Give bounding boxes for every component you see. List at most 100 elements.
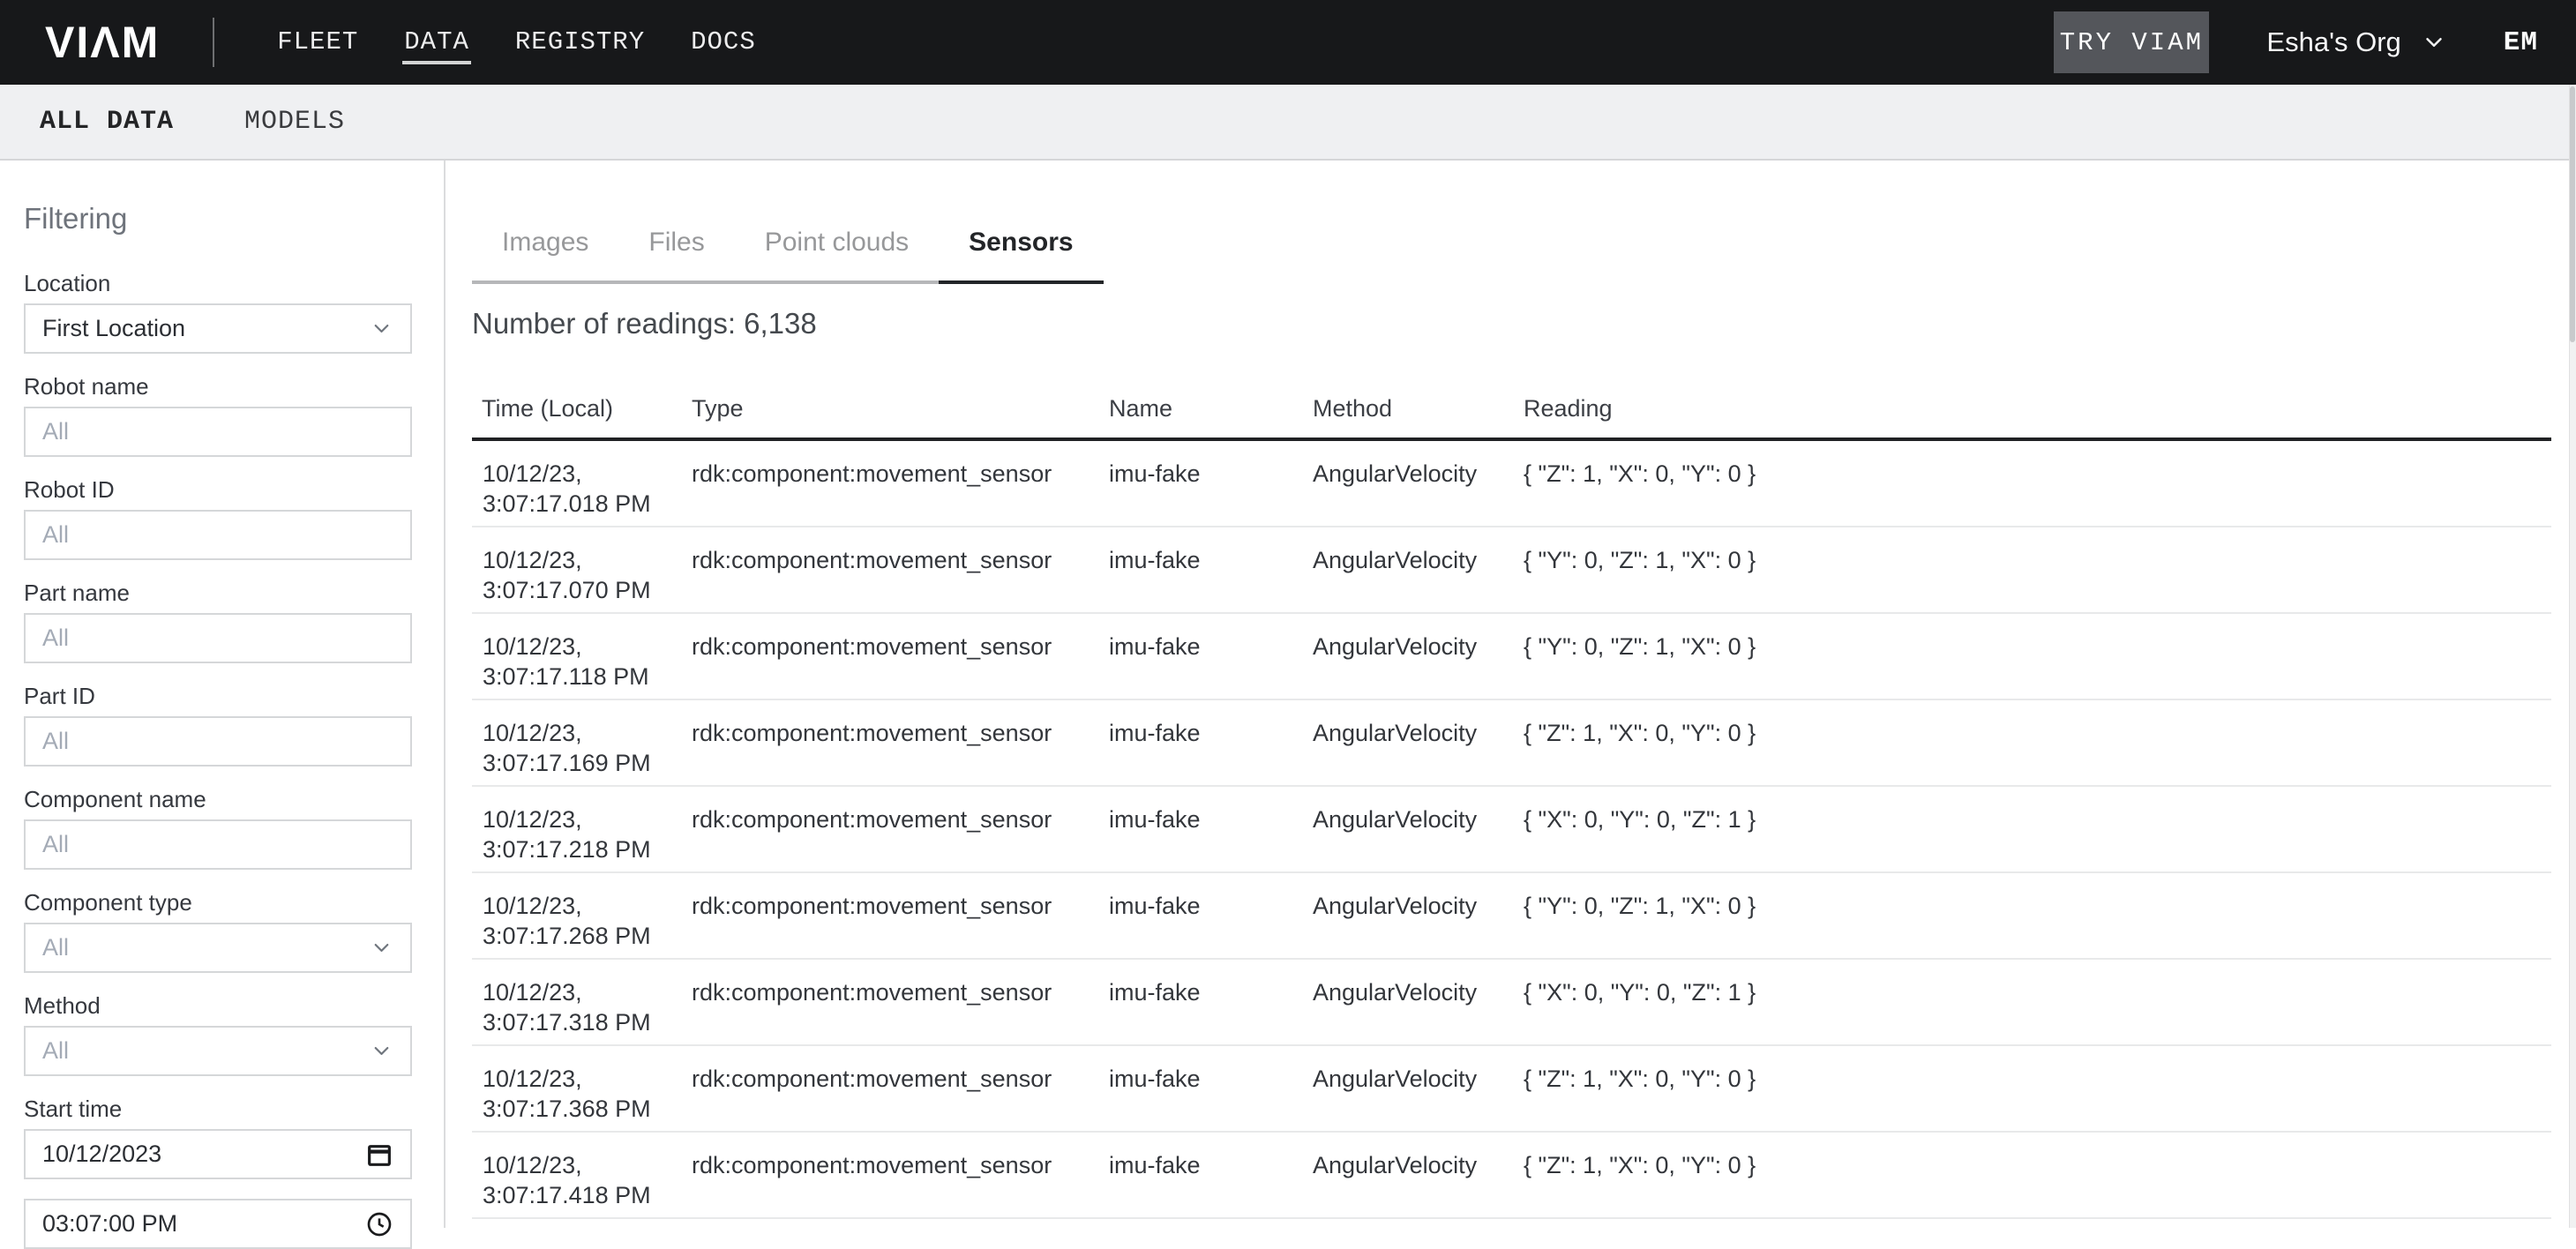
table-row: 10/12/23, 3:07:17.368 PM rdk:component:m…	[472, 1046, 2551, 1133]
data-sub-nav: ALL DATA MODELS	[0, 85, 2576, 161]
sensor-readings-table: Time (Local) Type Name Method Reading 10…	[472, 379, 2551, 1219]
cell-method: AngularVelocity	[1313, 700, 1524, 785]
filter-location: Location First Location	[24, 270, 412, 354]
cell-type: rdk:component:movement_sensor	[692, 441, 1109, 526]
nav-divider	[213, 18, 214, 67]
cell-reading: { "Y": 0, "Z": 1, "X": 0 }	[1524, 873, 2551, 958]
cell-name: imu-fake	[1109, 1046, 1313, 1131]
cell-name: imu-fake	[1109, 527, 1313, 612]
cell-name: imu-fake	[1109, 1133, 1313, 1217]
cell-type: rdk:component:movement_sensor	[692, 960, 1109, 1044]
cell-time: 10/12/23, 3:07:17.118 PM	[472, 614, 692, 699]
filter-part-id: Part ID	[24, 683, 412, 767]
cell-time: 10/12/23, 3:07:17.418 PM	[472, 1133, 692, 1217]
column-header-time: Time (Local)	[472, 395, 692, 423]
cell-type: rdk:component:movement_sensor	[692, 700, 1109, 785]
tab-sensors[interactable]: Sensors	[939, 205, 1103, 284]
tab-point-clouds[interactable]: Point clouds	[735, 205, 939, 280]
filter-component-type: Component type All	[24, 889, 412, 973]
cell-method: AngularVelocity	[1313, 441, 1524, 526]
sub-nav-all-data[interactable]: ALL DATA	[40, 107, 174, 137]
start-clock-time-value: 03:07:00 PM	[42, 1210, 177, 1238]
component-type-select-value: All	[42, 934, 69, 961]
tab-images[interactable]: Images	[472, 205, 618, 280]
cell-time: 10/12/23, 3:07:17.318 PM	[472, 960, 692, 1044]
cell-name: imu-fake	[1109, 873, 1313, 958]
cell-time: 10/12/23, 3:07:17.070 PM	[472, 527, 692, 612]
table-row: 10/12/23, 3:07:17.018 PM rdk:component:m…	[472, 441, 2551, 527]
nav-item-docs[interactable]: DOCS	[691, 0, 756, 85]
table-row: 10/12/23, 3:07:17.268 PM rdk:component:m…	[472, 873, 2551, 960]
table-header-row: Time (Local) Type Name Method Reading	[472, 379, 2551, 441]
cell-reading: { "Z": 1, "X": 0, "Y": 0 }	[1524, 1046, 2551, 1131]
start-date-input[interactable]: 10/12/2023	[24, 1129, 412, 1179]
sub-nav-models[interactable]: MODELS	[244, 107, 345, 137]
column-header-reading: Reading	[1524, 395, 2551, 423]
cell-reading: { "Z": 1, "X": 0, "Y": 0 }	[1524, 700, 2551, 785]
filter-label: Robot ID	[24, 476, 412, 503]
filter-component-name: Component name	[24, 786, 412, 870]
chevron-down-icon	[2421, 29, 2447, 56]
part-id-input[interactable]	[24, 716, 412, 767]
sidebar-title: Filtering	[24, 201, 412, 236]
start-date-value: 10/12/2023	[42, 1141, 161, 1168]
cell-time: 10/12/23, 3:07:17.018 PM	[472, 441, 692, 526]
method-select[interactable]: All	[24, 1026, 412, 1076]
filter-part-name: Part name	[24, 580, 412, 663]
component-type-select[interactable]: All	[24, 923, 412, 973]
page-scrollbar-thumb[interactable]	[2570, 86, 2575, 342]
start-clock-time-input[interactable]: 03:07:00 PM	[24, 1199, 412, 1249]
nav-item-registry[interactable]: REGISTRY	[515, 0, 645, 85]
chevron-down-icon	[370, 1039, 393, 1063]
cell-method: AngularVelocity	[1313, 527, 1524, 612]
cell-type: rdk:component:movement_sensor	[692, 873, 1109, 958]
content-area: Filtering Location First Location Robot …	[0, 161, 2576, 1228]
table-row: 10/12/23, 3:07:17.318 PM rdk:component:m…	[472, 960, 2551, 1046]
part-name-input[interactable]	[24, 613, 412, 663]
method-select-value: All	[42, 1037, 69, 1065]
tab-files[interactable]: Files	[618, 205, 734, 280]
cell-reading: { "Z": 1, "X": 0, "Y": 0 }	[1524, 1133, 2551, 1217]
chevron-down-icon	[370, 936, 393, 960]
column-header-name: Name	[1109, 395, 1313, 423]
component-name-input[interactable]	[24, 819, 412, 870]
table-row: 10/12/23, 3:07:17.070 PM rdk:component:m…	[472, 527, 2551, 614]
column-header-type: Type	[692, 395, 1109, 423]
filter-label: Component type	[24, 889, 412, 916]
cell-type: rdk:component:movement_sensor	[692, 1046, 1109, 1131]
user-avatar-initials[interactable]: EM	[2504, 27, 2538, 58]
cell-time: 10/12/23, 3:07:17.169 PM	[472, 700, 692, 785]
cell-name: imu-fake	[1109, 441, 1313, 526]
primary-nav-links: FLEET DATA REGISTRY DOCS	[277, 0, 756, 85]
filter-label: Robot name	[24, 373, 412, 400]
nav-item-data[interactable]: DATA	[404, 0, 469, 85]
robot-name-input[interactable]	[24, 407, 412, 457]
column-header-method: Method	[1313, 395, 1524, 423]
cell-time: 10/12/23, 3:07:17.218 PM	[472, 787, 692, 871]
cell-reading: { "Y": 0, "Z": 1, "X": 0 }	[1524, 614, 2551, 699]
filter-label: Part name	[24, 580, 412, 606]
cell-method: AngularVelocity	[1313, 1046, 1524, 1131]
nav-item-fleet[interactable]: FLEET	[277, 0, 358, 85]
viam-logo[interactable]: VIΛM	[45, 17, 160, 68]
cell-time: 10/12/23, 3:07:17.268 PM	[472, 873, 692, 958]
try-viam-button[interactable]: TRY VIAM	[2054, 11, 2209, 73]
cell-method: AngularVelocity	[1313, 1133, 1524, 1217]
clock-icon[interactable]	[365, 1210, 393, 1238]
cell-name: imu-fake	[1109, 700, 1313, 785]
calendar-icon[interactable]	[365, 1141, 393, 1169]
top-nav: VIΛM FLEET DATA REGISTRY DOCS TRY VIAM E…	[0, 0, 2576, 85]
table-row: 10/12/23, 3:07:17.218 PM rdk:component:m…	[472, 787, 2551, 873]
cell-name: imu-fake	[1109, 960, 1313, 1044]
page-scrollbar-track[interactable]	[2569, 85, 2576, 1228]
location-select[interactable]: First Location	[24, 303, 412, 354]
cell-method: AngularVelocity	[1313, 787, 1524, 871]
filter-label: Location	[24, 270, 412, 296]
data-main-panel: Images Files Point clouds Sensors Number…	[446, 161, 2576, 1228]
robot-id-input[interactable]	[24, 510, 412, 560]
cell-type: rdk:component:movement_sensor	[692, 614, 1109, 699]
cell-name: imu-fake	[1109, 787, 1313, 871]
org-switcher[interactable]: Esha's Org	[2266, 26, 2446, 58]
table-row: 10/12/23, 3:07:17.169 PM rdk:component:m…	[472, 700, 2551, 787]
cell-method: AngularVelocity	[1313, 960, 1524, 1044]
